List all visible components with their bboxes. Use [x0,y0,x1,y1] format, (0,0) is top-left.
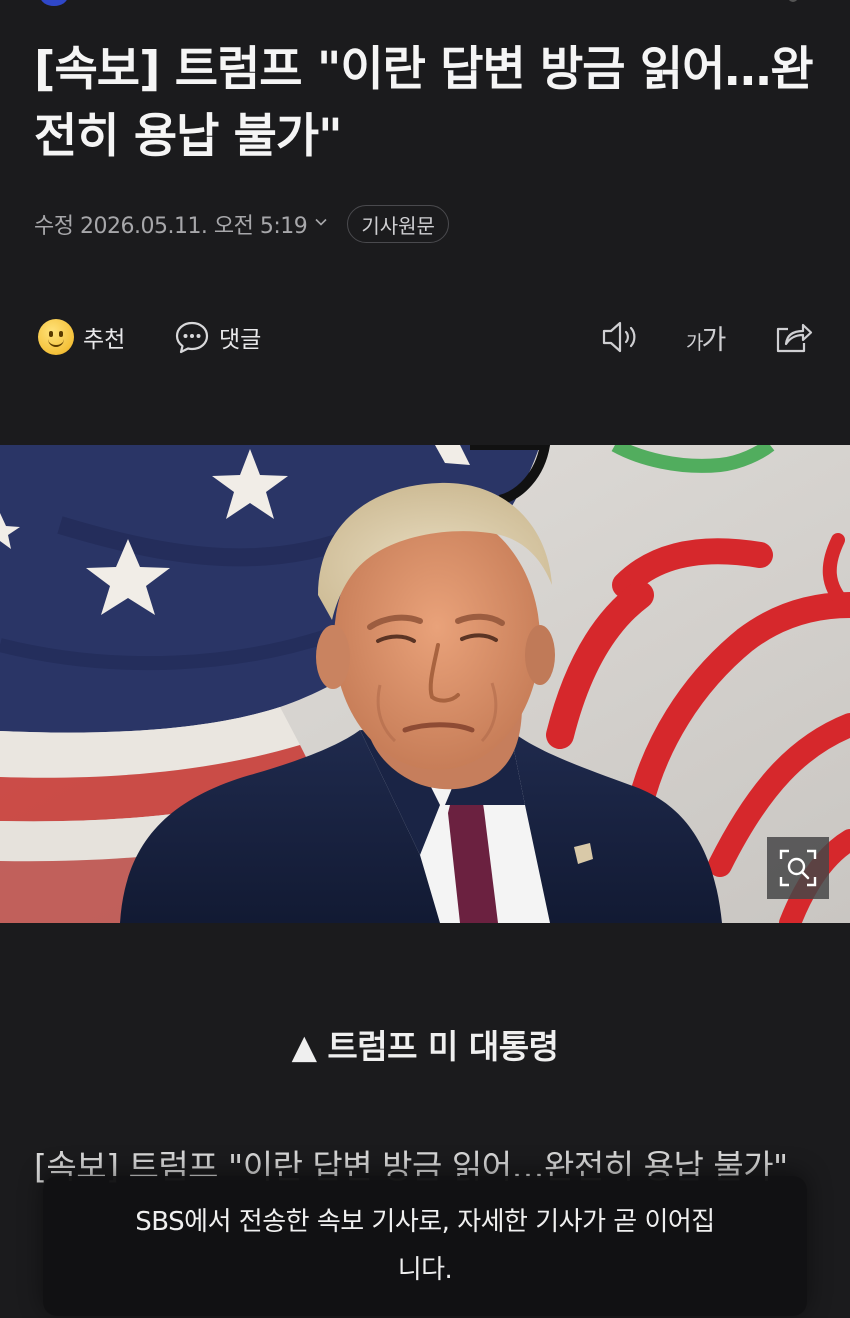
chevron-down-icon[interactable] [315,216,327,228]
font-size-button[interactable]: 가가 [686,314,726,360]
comment-button[interactable]: 댓글 [174,314,261,360]
speaker-icon [602,321,636,353]
trump-flags-illustration [0,445,850,923]
article-action-bar: 추천 댓글 가가 [38,314,814,360]
top-edge-icon-fragment [788,0,798,2]
original-article-label: 기사원문 [361,213,435,238]
top-edge-logo-fragment [40,0,68,6]
zoom-icon [779,849,817,887]
share-icon [776,323,813,353]
smiley-icon [38,319,74,355]
share-button[interactable] [772,314,814,360]
article-meta: 수정 2026.05.11. 오전 5:19 기사원문 [34,205,449,243]
image-zoom-button[interactable] [767,837,829,899]
comment-label: 댓글 [219,327,262,353]
modified-date[interactable]: 수정 2026.05.11. 오전 5:19 [34,208,308,240]
speech-bubble-icon [175,321,209,354]
recommend-button[interactable]: 추천 [38,314,125,360]
toast-message: SBS에서 전송한 속보 기사로, 자세한 기사가 곧 이어집니다. [135,1207,715,1285]
original-article-button[interactable]: 기사원문 [347,205,449,243]
article-headline: [속보] 트럼프 "이란 답변 방금 읽어…완전히 용납 불가" [34,42,814,164]
article-photo[interactable] [0,445,850,923]
image-caption: ▲ 트럼프 미 대통령 [291,1027,559,1066]
font-size-icon: 가가 [686,324,726,356]
recommend-label: 추천 [83,327,126,353]
read-aloud-button[interactable] [600,314,644,360]
breaking-news-toast: SBS에서 전송한 속보 기사로, 자세한 기사가 곧 이어집니다. [43,1176,807,1316]
